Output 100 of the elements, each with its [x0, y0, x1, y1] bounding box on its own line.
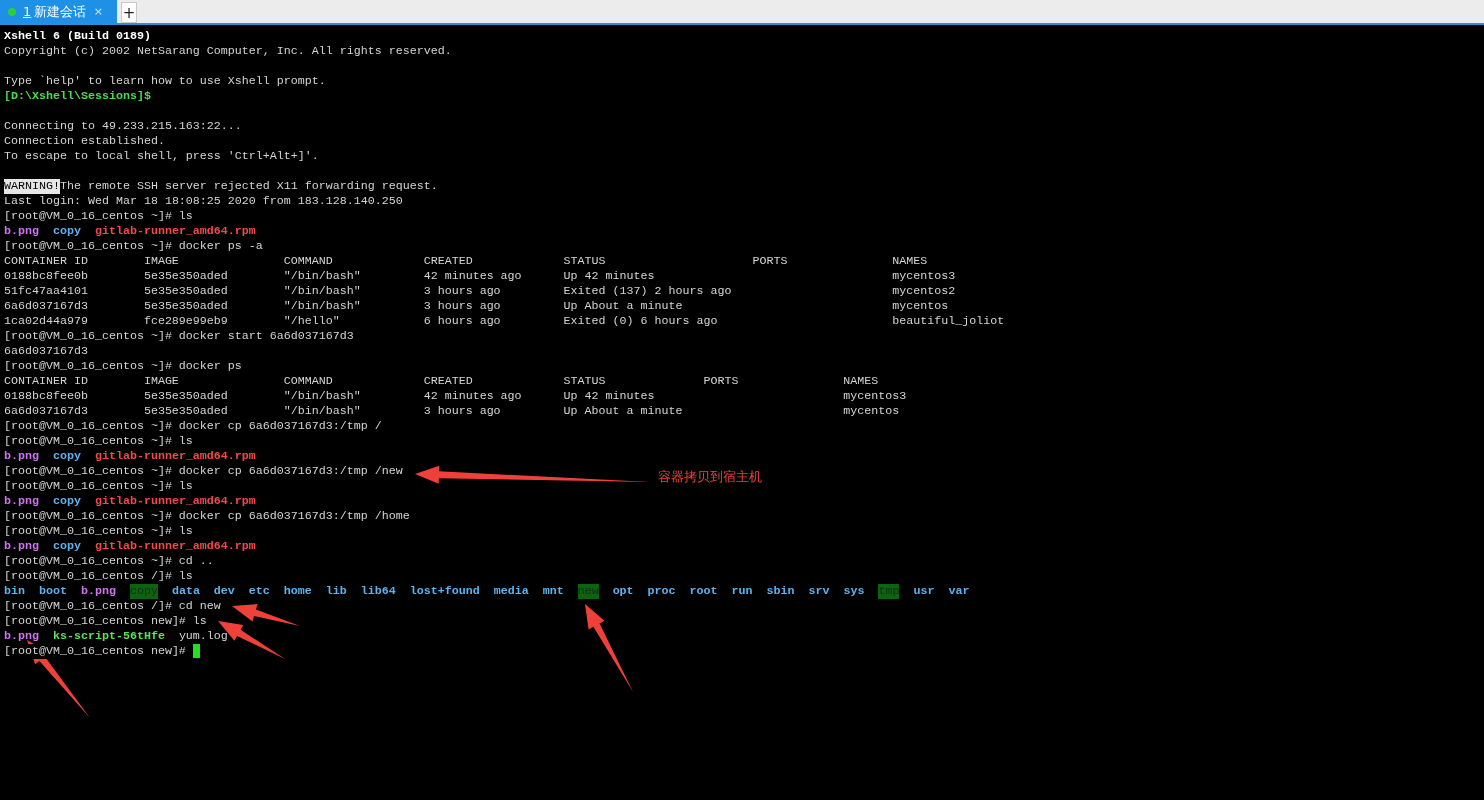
table-cell: mycentos3 [843, 389, 907, 403]
table-cell: Up About a minute [563, 299, 683, 313]
terminal-line: The remote SSH server rejected X11 forwarding request. [59, 179, 438, 194]
table-cell: Exited (137) 2 hours ago [563, 284, 732, 298]
directory-name: usr [913, 584, 935, 599]
table-cell: 42 minutes ago [423, 389, 522, 403]
close-button[interactable]: × [93, 5, 103, 18]
directory-name: srv [808, 584, 830, 599]
column-header: CONTAINER ID [4, 374, 88, 388]
directory-name: opt [612, 584, 634, 599]
table-cell: 6a6d037167d3 [4, 404, 88, 418]
table-cell: 6 hours ago [423, 314, 501, 328]
terminal-line: [root@VM_0_16_centos ~]# ls [4, 479, 193, 494]
table-cell: 3 hours ago [423, 299, 501, 313]
table-cell: 6a6d037167d3 [4, 299, 88, 313]
directory-name: sys [843, 584, 865, 599]
table-cell: 0188bc8fee0b [4, 389, 88, 403]
table-cell: 5e35e350aded [143, 389, 228, 403]
directory-name: new [577, 584, 599, 599]
terminal-line: [root@VM_0_16_centos ~]# docker cp 6a6d037167d3:/tmp / [4, 419, 382, 434]
directory-name: boot [39, 584, 67, 599]
column-header: STATUS [563, 254, 606, 268]
terminal-line: [root@VM_0_16_centos new]# ls [4, 614, 207, 629]
table-cell: 5e35e350aded [143, 269, 228, 283]
column-header: CREATED [423, 254, 473, 268]
terminal-line: Type `help' to learn how to use Xshell prompt. [4, 74, 326, 89]
terminal-line: [root@VM_0_16_centos ~]# docker cp 6a6d037167d3:/tmp /home [4, 509, 410, 524]
table-cell: "/bin/bash" [283, 404, 361, 418]
table-cell: 5e35e350aded [143, 299, 228, 313]
terminal-line: [D:\Xshell\Sessions]$ [4, 89, 151, 104]
directory-name: mnt [542, 584, 564, 599]
table-cell: mycentos2 [892, 284, 956, 298]
table-cell: "/bin/bash" [283, 389, 361, 403]
file-name: b.png [4, 629, 39, 644]
column-header: COMMAND [283, 254, 333, 268]
file-name: b.png [4, 539, 39, 554]
table-cell: Exited (0) 6 hours ago [563, 314, 718, 328]
terminal-line: 6a6d037167d3 [4, 344, 88, 359]
terminal-line: To escape to local shell, press 'Ctrl+Alt+]'. [4, 149, 319, 164]
directory-name: var [948, 584, 970, 599]
directory-name: copy [52, 224, 81, 239]
column-header: IMAGE [143, 254, 179, 268]
table-cell: 42 minutes ago [423, 269, 522, 283]
new-tab-button[interactable]: + [121, 2, 137, 23]
file-name: ks-script-56tHfe [52, 629, 165, 644]
column-header: PORTS [752, 254, 788, 268]
file-name: b.png [4, 494, 39, 509]
directory-name: copy [129, 584, 158, 599]
terminal-line: [root@VM_0_16_centos ~]# docker ps -a [4, 239, 263, 254]
terminal-line: [root@VM_0_16_centos /]# ls [4, 569, 193, 584]
directory-name: bin [4, 584, 25, 599]
directory-name: proc [647, 584, 676, 599]
directory-name: root [689, 584, 718, 599]
directory-name: data [171, 584, 200, 599]
directory-name: run [731, 584, 753, 599]
table-cell: beautiful_joliot [892, 314, 1005, 328]
column-header: CONTAINER ID [4, 254, 88, 268]
file-name: b.png [4, 224, 39, 239]
terminal-line: Last login: Wed Mar 18 18:08:25 2020 from 183.128.140.250 [4, 194, 403, 209]
column-header: CREATED [423, 374, 473, 388]
column-header: COMMAND [283, 374, 333, 388]
directory-name: copy [52, 539, 81, 554]
directory-name: copy [52, 449, 81, 464]
table-cell: 51fc47aa4101 [4, 284, 88, 298]
column-header: NAMES [892, 254, 928, 268]
directory-name: media [493, 584, 529, 599]
table-cell: mycentos [892, 299, 949, 313]
file-name: gitlab-runner_amd64.rpm [94, 539, 256, 554]
terminal-line: [root@VM_0_16_centos /]# cd new [4, 599, 221, 614]
table-cell: 0188bc8fee0b [4, 269, 88, 283]
table-cell: 3 hours ago [423, 404, 501, 418]
table-cell: "/hello" [283, 314, 340, 328]
terminal-line: [root@VM_0_16_centos ~]# ls [4, 209, 193, 224]
terminal-line: [root@VM_0_16_centos ~]# cd .. [4, 554, 214, 569]
terminal-line: [root@VM_0_16_centos ~]# ls [4, 524, 193, 539]
table-cell: "/bin/bash" [283, 299, 361, 313]
directory-name: lib64 [360, 584, 396, 599]
terminal-line: Connection established. [4, 134, 165, 149]
table-cell: 5e35e350aded [143, 404, 228, 418]
terminal-line: [root@VM_0_16_centos ~]# docker cp 6a6d037167d3:/tmp /new [4, 464, 403, 479]
column-header: IMAGE [143, 374, 179, 388]
terminal-line: [root@VM_0_16_centos ~]# docker start 6a6d037167d3 [4, 329, 354, 344]
column-header: PORTS [703, 374, 739, 388]
directory-name: etc [248, 584, 270, 599]
table-cell: Up 42 minutes [563, 389, 655, 403]
table-cell: 3 hours ago [423, 284, 501, 298]
terminal-line: [root@VM_0_16_centos ~]# ls [4, 434, 193, 449]
directory-name: home [283, 584, 312, 599]
file-name: gitlab-runner_amd64.rpm [94, 224, 256, 239]
warning-label: WARNING! [4, 179, 60, 194]
file-name: gitlab-runner_amd64.rpm [94, 449, 256, 464]
session-tab[interactable]: 1 新建会话 × [0, 0, 117, 23]
file-name: gitlab-runner_amd64.rpm [94, 494, 256, 509]
table-cell: Up 42 minutes [563, 269, 655, 283]
directory-name: sbin [766, 584, 795, 599]
file-name: yum.log [178, 629, 228, 644]
table-cell: "/bin/bash" [283, 284, 361, 298]
column-header: STATUS [563, 374, 606, 388]
annotation-label: 容器拷贝到宿主机 [658, 468, 762, 486]
directory-name: lib [325, 584, 347, 599]
